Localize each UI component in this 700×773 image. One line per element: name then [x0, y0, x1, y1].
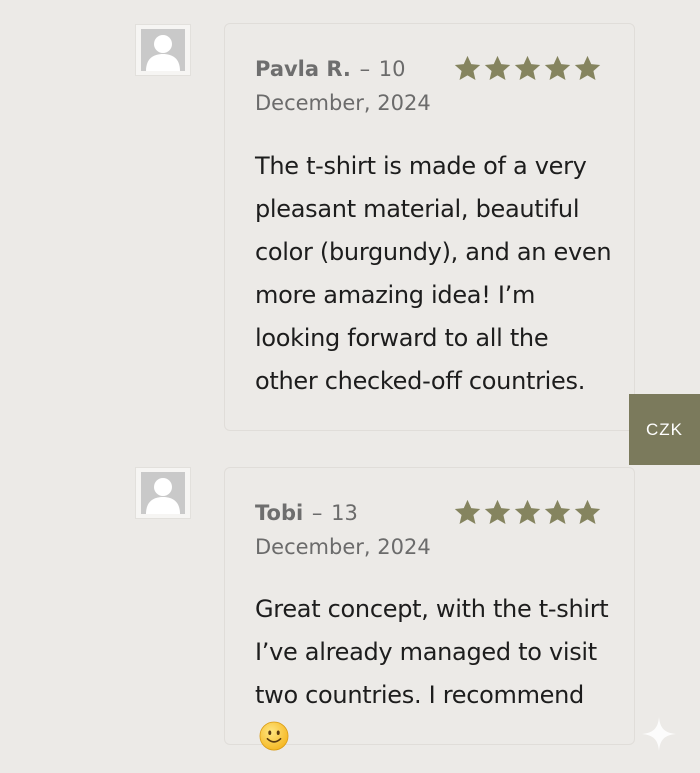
star-icon — [544, 499, 571, 524]
review-card: Pavla R. – 10 December, 2024 The t-shirt… — [224, 23, 635, 431]
star-icon — [514, 499, 541, 524]
star-icon — [544, 55, 571, 80]
star-icon — [484, 499, 511, 524]
star-icon — [454, 499, 481, 524]
star-rating — [453, 54, 602, 83]
review-card: Tobi – 13 December, 2024 Great concept, … — [224, 467, 635, 751]
review-date: December, 2024 — [255, 535, 431, 559]
review-text: The t-shirt is made of a very pleasant m… — [255, 152, 612, 395]
smiling-face-emoji-icon — [259, 721, 289, 751]
review-meta: Pavla R. – 10 December, 2024 — [255, 57, 431, 115]
user-placeholder-icon — [141, 472, 185, 514]
star-rating — [453, 498, 602, 527]
star-icon — [574, 55, 601, 80]
star-icon — [574, 499, 601, 524]
review-avatar — [135, 24, 191, 76]
review-text: Great concept, with the t-shirt I’ve alr… — [255, 595, 609, 709]
review-date: December, 2024 — [255, 91, 431, 115]
star-icon — [454, 55, 481, 80]
review-date-day: 13 — [331, 501, 358, 525]
review-author: Tobi — [255, 501, 304, 525]
sparkle-icon — [641, 716, 677, 752]
review-text-wrapper: Great concept, with the t-shirt I’ve alr… — [255, 588, 615, 760]
review-meta: Tobi – 13 December, 2024 — [255, 501, 431, 559]
review-avatar — [135, 467, 191, 519]
user-placeholder-icon — [141, 29, 185, 71]
star-icon — [484, 55, 511, 80]
currency-switch-button[interactable]: CZK — [629, 394, 700, 465]
review-date-day: 10 — [378, 57, 406, 81]
review-author: Pavla R. — [255, 57, 351, 81]
star-icon — [514, 55, 541, 80]
